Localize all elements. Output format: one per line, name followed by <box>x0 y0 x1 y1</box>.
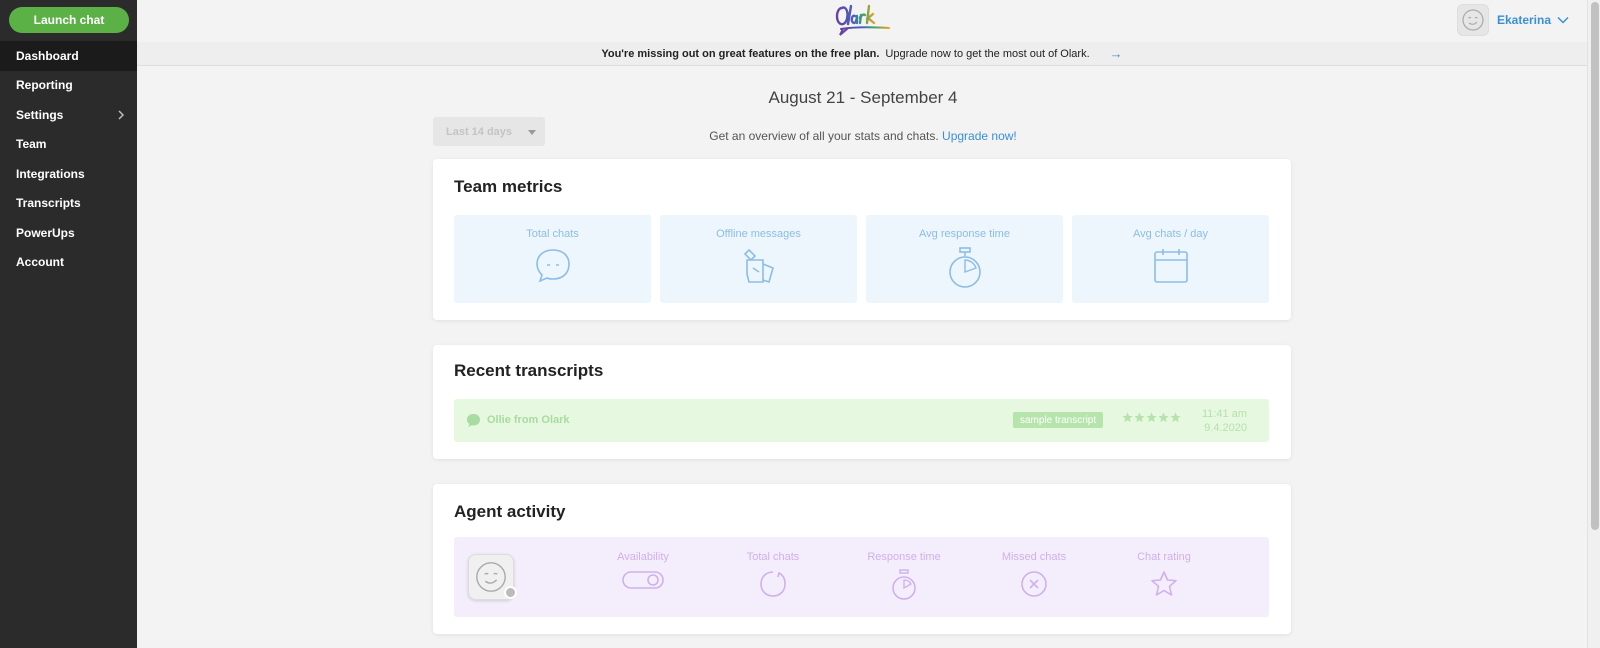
column-label: Chat rating <box>1137 551 1191 563</box>
scroll-thumb[interactable] <box>1591 2 1599 530</box>
banner-bold-text: You're missing out on great features on … <box>601 47 880 60</box>
sidebar-item-account[interactable]: Account <box>0 248 137 278</box>
column-label: Missed chats <box>1001 551 1067 563</box>
sidebar-item-label: Integrations <box>16 166 85 181</box>
metrics-grid: Total chats Offline messages Avg respons… <box>454 215 1269 303</box>
olark-logo[interactable] <box>833 2 895 38</box>
metric-label: Total chats <box>526 228 579 240</box>
star-icon <box>1158 412 1169 423</box>
offline-message-icon <box>743 248 774 284</box>
chevron-down-icon <box>1557 16 1569 24</box>
card-title: Team metrics <box>454 177 563 196</box>
scrollbar[interactable] <box>1587 0 1600 648</box>
sidebar-item-label: Reporting <box>16 78 73 93</box>
star-icon <box>1122 412 1133 423</box>
avatar <box>1456 4 1489 36</box>
agent-col-chat-rating: Chat rating <box>1104 551 1224 604</box>
upgrade-banner: You're missing out on great features on … <box>137 42 1587 66</box>
metric-label: Offline messages <box>716 228 801 240</box>
sidebar-item-label: Dashboard <box>16 48 79 63</box>
overview-description: Get an overview of all your stats and ch… <box>709 129 939 143</box>
agent-col-response-time: Response time <box>844 551 964 606</box>
sidebar-item-label: Transcripts <box>16 196 81 211</box>
user-name: Ekaterina <box>1496 13 1551 27</box>
metric-label: Avg response time <box>919 228 1010 240</box>
arrow-right-icon[interactable]: → <box>1110 46 1123 61</box>
agent-col-availability: Availability <box>583 551 703 596</box>
transcript-timestamp: 11:41 am 9.4.2020 <box>1202 407 1247 435</box>
column-label: Response time <box>867 551 941 563</box>
sidebar-item-label: PowerUps <box>16 225 75 240</box>
agent-activity-card: Agent activity Availability Total chats … <box>433 484 1291 634</box>
agent-row: Availability Total chats Response time M… <box>454 537 1269 617</box>
metric-total-chats: Total chats <box>454 215 651 303</box>
metric-avg-response-time: Avg response time <box>866 215 1063 303</box>
chevron-right-icon <box>118 110 125 120</box>
date-range-select[interactable]: Last 14 days <box>433 117 545 146</box>
column-label: Total chats <box>746 551 800 563</box>
transcript-date: 9.4.2020 <box>1204 422 1247 434</box>
star-icon <box>1134 412 1145 423</box>
banner-text: Upgrade now to get the most out of Olark… <box>885 47 1090 60</box>
sidebar-item-label: Settings <box>16 107 64 122</box>
calendar-icon <box>1153 249 1188 283</box>
date-range-title: August 21 - September 4 <box>768 88 958 107</box>
team-metrics-card: Team metrics Total chats Offline message… <box>433 159 1291 320</box>
user-menu[interactable]: Ekaterina <box>1456 4 1569 36</box>
sidebar-item-powerups[interactable]: PowerUps <box>0 218 137 248</box>
transcript-time: 11:41 am <box>1201 408 1247 420</box>
sidebar-item-settings[interactable]: Settings <box>0 100 137 130</box>
face-icon <box>1462 9 1484 31</box>
metric-avg-chats-day: Avg chats / day <box>1072 215 1269 303</box>
sidebar-nav: Dashboard Reporting Settings Team Integr… <box>0 41 137 277</box>
transcript-row[interactable]: Ollie from Olark sample transcript 11:41… <box>454 399 1269 442</box>
card-title: Agent activity <box>454 502 566 521</box>
upgrade-link[interactable]: Upgrade now! <box>942 129 1017 143</box>
toggle-icon <box>622 571 664 589</box>
star-icon <box>1151 571 1177 596</box>
agent-col-total-chats: Total chats <box>713 551 833 604</box>
sidebar-item-integrations[interactable]: Integrations <box>0 159 137 189</box>
select-value: Last 14 days <box>446 125 513 138</box>
sidebar-item-label: Account <box>16 255 64 270</box>
launch-chat-button[interactable]: Launch chat <box>9 7 129 33</box>
chat-bubble-icon <box>466 413 481 428</box>
card-title: Recent transcripts <box>454 361 604 380</box>
rating-stars <box>1122 412 1181 423</box>
sidebar: Launch chat Dashboard Reporting Settings… <box>0 0 137 648</box>
star-icon <box>1146 412 1157 423</box>
face-icon <box>476 562 506 592</box>
star-icon <box>1170 412 1181 423</box>
sidebar-item-team[interactable]: Team <box>0 130 137 160</box>
transcript-name: Ollie from Olark <box>487 414 570 426</box>
chat-bubble-icon <box>760 571 786 597</box>
column-label: Availability <box>617 551 669 563</box>
top-bar: Ekaterina <box>137 0 1587 42</box>
agent-col-missed-chats: Missed chats <box>974 551 1094 604</box>
sidebar-item-transcripts[interactable]: Transcripts <box>0 189 137 219</box>
sidebar-item-reporting[interactable]: Reporting <box>0 71 137 101</box>
metric-label: Avg chats / day <box>1132 228 1208 240</box>
chat-bubble-icon <box>535 249 570 283</box>
sidebar-item-dashboard[interactable]: Dashboard <box>0 41 137 71</box>
caret-down-icon <box>528 130 536 135</box>
metric-offline-messages: Offline messages <box>660 215 857 303</box>
status-dot <box>504 586 517 599</box>
sample-transcript-badge: sample transcript <box>1013 412 1104 428</box>
overview-text: Get an overview of all your stats and ch… <box>560 129 1166 143</box>
sidebar-item-label: Team <box>16 137 47 152</box>
recent-transcripts-card: Recent transcripts Ollie from Olark samp… <box>433 345 1291 459</box>
stopwatch-icon <box>892 569 916 600</box>
stopwatch-icon <box>948 247 981 288</box>
missed-chat-icon <box>1021 571 1047 597</box>
